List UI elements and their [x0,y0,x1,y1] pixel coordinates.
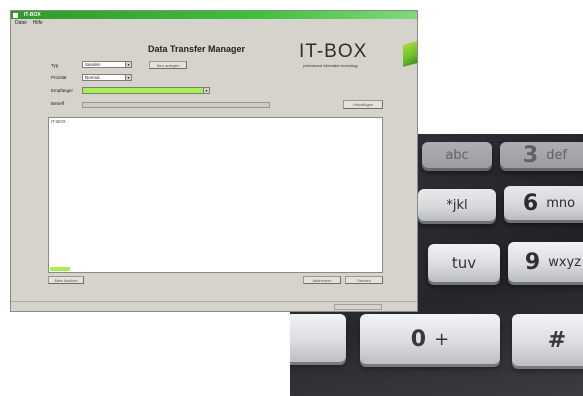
typ-select[interactable]: Senden ▾ [82,61,132,68]
key-main-label: 3 [522,142,539,168]
key-sub-label: *jkl [446,197,468,213]
menu-datei[interactable]: Datei [15,19,27,27]
progress-bar [50,267,70,271]
chevron-down-icon: ▾ [125,62,131,67]
logo-tagline: professional information technology [303,64,359,68]
new-button[interactable]: Neu anlegen [149,61,187,69]
status-panel [334,304,382,310]
key-sub-label: mno [546,195,576,211]
betreff-label: Betreff [51,101,65,106]
empfanger-select[interactable]: ▾ [82,87,210,94]
browse-button[interactable]: Hinzufügen [343,100,383,109]
key-sub-label: wxyz [548,254,582,270]
chevron-down-icon: ▾ [125,75,131,80]
clear-button[interactable]: Alles löschen [48,276,84,284]
menu-bar: Datei Hilfe [11,19,417,27]
logo-cube-icon [403,41,417,67]
log-area[interactable]: IT-BOX [48,117,383,273]
app-icon [13,12,18,18]
app-window: IT-BOX Datei Hilfe Data Transfer Manager… [10,10,418,312]
page-title: Data Transfer Manager [148,44,246,54]
key-sub-label: tuv [451,254,477,272]
key-jkl: *jkl [418,189,496,221]
log-first-line: IT-BOX [51,119,66,124]
cancel-button[interactable]: Abbrechen [303,276,341,284]
key-6: 6 mno [504,186,583,220]
key-main-label: # [547,327,567,353]
logo-word: IT-BOX [299,41,368,62]
send-button[interactable]: Senden [345,276,383,284]
betreff-field[interactable] [82,102,270,108]
status-bar [11,301,417,311]
key-0: 0 + [360,314,500,364]
key-sub-label: + [434,328,450,350]
key-abc: abc [422,142,492,168]
it-box-logo: IT-BOX professional information technolo… [299,41,417,73]
key-9: 9 wxyz [508,242,583,282]
key-sub-label: abc [445,147,469,163]
typ-label: Typ [51,63,59,68]
key-main-label: 9 [524,249,541,275]
prioritat-label: Priorität [51,75,67,80]
key-3: 3 def [500,142,583,168]
key-tuv: tuv [428,244,500,282]
key-main-label: 6 [522,190,539,216]
empfanger-label: Empfänger [51,88,74,93]
key-hash: # [512,314,583,366]
key-sub-label: def [546,147,568,163]
menu-hilfe[interactable]: Hilfe [33,19,43,27]
typ-value: Senden [85,62,101,67]
key-main-label: 0 [410,326,427,352]
chevron-down-icon: ▾ [203,88,209,93]
prioritat-value: Normal [85,75,100,80]
prioritat-select[interactable]: Normal ▾ [82,74,132,81]
window-title: IT-BOX [24,12,41,18]
title-bar: IT-BOX [11,11,417,19]
key-left [290,314,346,362]
